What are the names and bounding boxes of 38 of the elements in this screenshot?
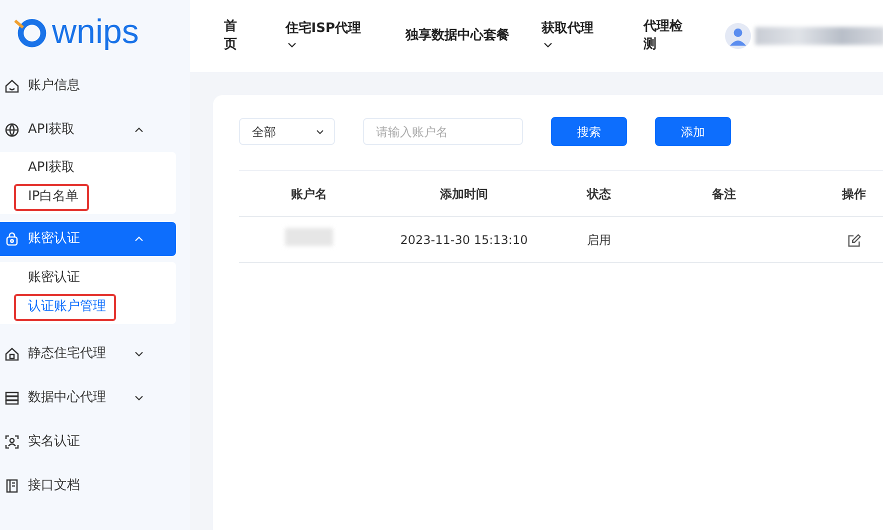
submenu-item[interactable]: IP白名单 xyxy=(14,184,89,211)
select-value: 全部 xyxy=(252,124,276,140)
column-header: 操作 xyxy=(840,186,867,202)
table-cell-text: 2023-11-30 15:13:10 xyxy=(399,232,529,248)
sidebar-item[interactable]: 账户信息 xyxy=(0,64,176,108)
home-icon xyxy=(4,78,20,94)
edit-icon xyxy=(846,232,862,248)
document-icon xyxy=(4,478,20,494)
column-header: 账户名 xyxy=(290,186,328,202)
action-button[interactable]: 搜索 xyxy=(551,117,627,146)
submenu-item[interactable]: 认证账户管理 xyxy=(14,294,116,321)
nav-link[interactable]: 首页 xyxy=(224,18,238,54)
sidebar-item[interactable]: API获取 xyxy=(0,108,176,152)
sidebar-item[interactable]: 静态住宅代理 xyxy=(0,332,176,376)
status-select[interactable]: 全部 xyxy=(239,118,335,145)
nav-link[interactable]: 住宅ISP代理 xyxy=(285,20,396,52)
nav-link[interactable]: 获取代理 xyxy=(541,20,614,52)
account-name-field[interactable]: 请输入账户名 xyxy=(363,118,523,145)
action-button[interactable]: 添加 xyxy=(655,117,731,146)
nav-link[interactable]: 代理检测 xyxy=(643,18,688,54)
logo-text: wnips xyxy=(52,15,139,49)
column-header: 状态 xyxy=(586,186,612,202)
sidebar-item[interactable]: 账密认证 xyxy=(0,222,176,256)
submenu-item[interactable]: API获取 xyxy=(14,155,85,182)
house-icon xyxy=(4,346,20,362)
column-header: 添加时间 xyxy=(439,186,489,202)
submenu-item[interactable]: 账密认证 xyxy=(14,264,90,292)
user-avatar-icon xyxy=(725,23,752,49)
nav-link[interactable]: 独享数据中心套餐 xyxy=(405,27,514,45)
globe-icon xyxy=(4,122,20,138)
server-icon xyxy=(4,390,20,406)
sidebar-item[interactable]: 数据中心代理 xyxy=(0,376,176,420)
lock-icon xyxy=(4,230,20,247)
table-cell-text: 启用 xyxy=(586,232,612,248)
face-scan-icon xyxy=(4,434,20,450)
sidebar-item[interactable]: 实名认证 xyxy=(0,420,176,464)
column-header: 备注 xyxy=(711,186,737,202)
sidebar-item[interactable]: 接口文档 xyxy=(0,464,176,508)
